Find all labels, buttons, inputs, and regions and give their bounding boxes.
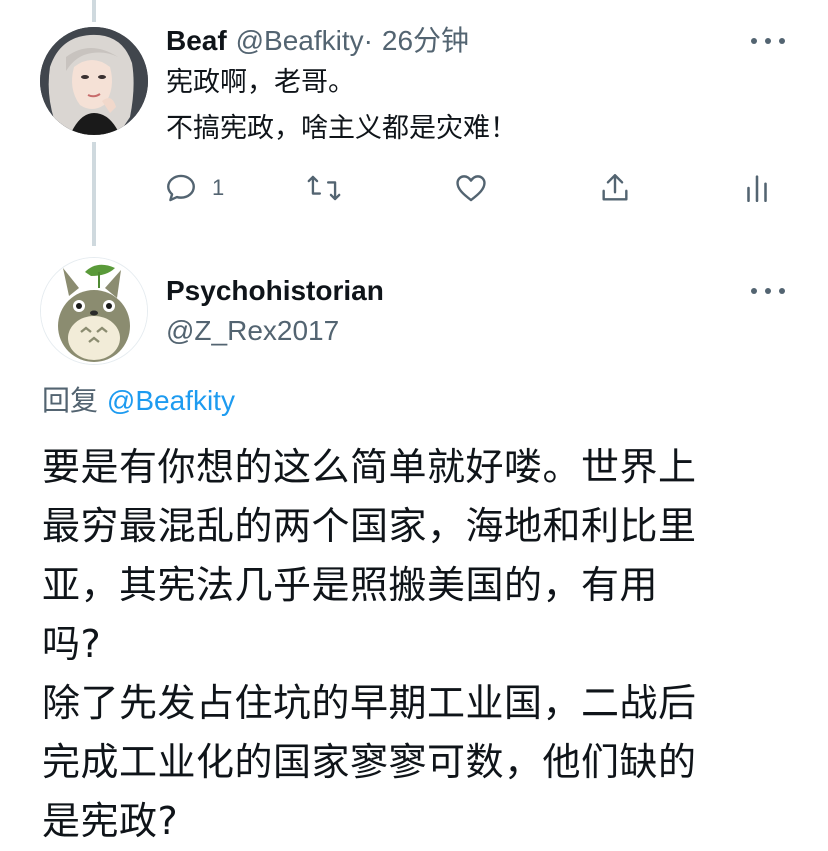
retweet-button[interactable] (306, 168, 342, 208)
avatar-totoro-illustration (41, 258, 147, 364)
like-button[interactable] (454, 168, 488, 208)
share-button[interactable] (598, 168, 632, 208)
tweet-body-line: 完成工业化的国家寥寥可数，他们缺的 (42, 740, 697, 784)
more-options-icon[interactable] (751, 286, 785, 296)
avatar-psychohistorian[interactable] (40, 257, 148, 365)
beaf-header: Beaf @Beafkity· 26分钟 (166, 24, 469, 58)
tweet-body-line: 亚，其宪法几乎是照搬美国的，有用 (42, 563, 659, 607)
analytics-button[interactable] (742, 168, 772, 208)
author-handle[interactable]: @Z_Rex2017 (166, 315, 339, 346)
psycho-name-line: Psychohistorian (166, 274, 384, 308)
author-name[interactable]: Psychohistorian (166, 275, 384, 306)
like-icon (456, 175, 486, 202)
thread-connector (92, 142, 96, 246)
tweet-body-line: 吗? (42, 622, 102, 666)
reply-button[interactable]: 1 (164, 168, 224, 208)
thread-connector-top (92, 0, 96, 22)
mention-link[interactable]: @Beafkity (107, 385, 235, 416)
tweet-body: 要是有你想的这么简单就好喽。世界上 最穷最混乱的两个国家，海地和利比里 亚，其宪… (42, 438, 802, 851)
tweet-body-line: 是宪政? (42, 799, 179, 843)
replying-to: 回复 @Beafkity (42, 382, 235, 420)
separator-dot: · (363, 25, 373, 56)
tweet-body-line: 除了先发占住坑的早期工业国，二战后 (42, 681, 697, 725)
psycho-handle-line: @Z_Rex2017 (166, 314, 339, 348)
reply-count: 1 (212, 175, 225, 200)
timestamp[interactable]: 26分钟 (382, 25, 469, 56)
analytics-icon (747, 175, 767, 203)
tweet-body-line: 要是有你想的这么简单就好喽。世界上 (42, 445, 697, 489)
tweet-text-line: 宪政啊，老哥。 (166, 67, 355, 98)
share-icon (602, 174, 628, 201)
tweet-action-bar: 1 (162, 168, 782, 208)
author-handle[interactable]: @Beafkity (236, 25, 364, 56)
tweet-text-line: 不搞宪政，啥主义都是灾难！ (166, 113, 517, 144)
avatar-beaf-illustration (40, 27, 148, 135)
tweet-body-line: 最穷最混乱的两个国家，海地和利比里 (42, 504, 697, 548)
replying-to-label: 回复 (42, 384, 99, 417)
retweet-icon (307, 175, 341, 201)
author-name[interactable]: Beaf (166, 25, 227, 56)
avatar-beaf[interactable] (40, 27, 148, 135)
more-options-icon[interactable] (751, 36, 785, 46)
reply-icon (167, 174, 195, 202)
